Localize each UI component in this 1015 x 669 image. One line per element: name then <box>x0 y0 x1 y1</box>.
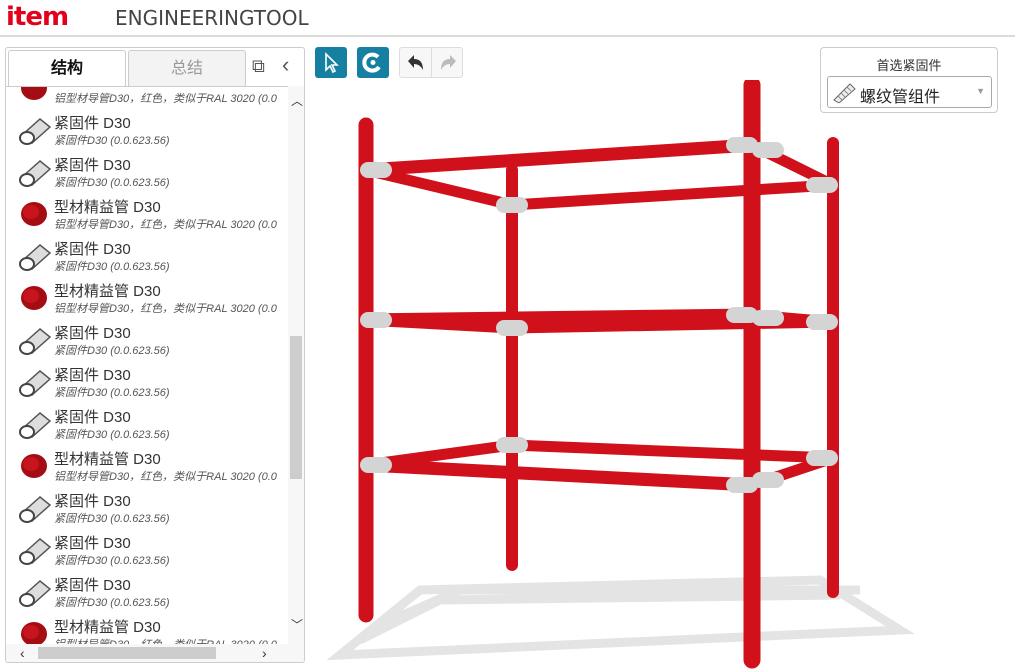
scroll-left-icon[interactable]: ‹ <box>20 645 25 661</box>
item-title: 紧固件 D30 <box>54 157 131 174</box>
item-subtitle: 紧固件D30 (0.0.623.56) <box>54 429 170 441</box>
popout-icon[interactable]: ⧉ <box>252 56 265 77</box>
item-subtitle: 紧固件D30 (0.0.623.56) <box>54 387 170 399</box>
item-subtitle: 紧固件D30 (0.0.623.56) <box>54 513 170 525</box>
preferred-fastener-label: 首选紧固件 <box>876 58 942 73</box>
select-tool-button[interactable] <box>315 47 347 78</box>
item-title: 型材精益管 D30 <box>54 451 161 468</box>
red-tube-icon <box>21 286 47 310</box>
item-subtitle: 紧固件D30 (0.0.623.56) <box>54 345 170 357</box>
vertical-scroll-thumb[interactable] <box>290 336 302 479</box>
fastener-icon <box>19 496 52 523</box>
list-item[interactable]: 紧固件 D30 紧固件D30 (0.0.623.56) <box>6 571 288 613</box>
horizontal-tube <box>506 179 839 211</box>
item-subtitle: 紧固件D30 (0.0.623.56) <box>54 261 170 273</box>
red-tube-icon <box>21 202 47 226</box>
item-subtitle: 铝型材导管D30，红色，类似于RAL 3020 (0.0 <box>54 303 277 315</box>
item-title: 紧固件 D30 <box>54 493 131 510</box>
red-tube-icon <box>21 622 47 644</box>
undo-redo-group <box>399 47 463 78</box>
item-logo[interactable]: item <box>6 2 69 32</box>
item-title: 型材精益管 D30 <box>54 283 161 300</box>
horizontal-scroll-thumb[interactable] <box>38 647 216 659</box>
item-title: 紧固件 D30 <box>54 325 131 342</box>
list-item[interactable]: 型材精益管 D30 铝型材导管D30，红色，类似于RAL 3020 (0.0 <box>6 445 288 487</box>
fastener-icon <box>19 370 52 397</box>
list-item[interactable]: 型材精益管 D30铝型材导管D30，红色，类似于RAL 3020 (0.0 <box>6 613 288 644</box>
list-item[interactable]: 紧固件 D30 紧固件D30 (0.0.623.56) <box>6 529 288 571</box>
item-subtitle: 紧固件D30 (0.0.623.56) <box>54 135 170 147</box>
list-item[interactable]: 型材精益管 D30 铝型材导管D30，红色，类似于RAL 3020 (0.0 <box>6 193 288 235</box>
cursor-arrow-icon <box>325 52 339 74</box>
scroll-right-icon[interactable]: › <box>262 645 267 661</box>
list-item[interactable]: 紧固件 D30 紧固件D30 (0.0.623.56) <box>6 235 288 277</box>
collapse-chevron-left-icon[interactable]: ‹ <box>282 52 289 78</box>
horizontal-tube <box>506 439 839 464</box>
rotate-icon <box>362 52 381 73</box>
item-subtitle: 紧固件D30 (0.0.623.56) <box>54 597 170 609</box>
list-item[interactable]: 紧固件 D30 紧固件D30 (0.0.623.56) <box>6 151 288 193</box>
rotate-view-button[interactable] <box>357 47 389 78</box>
app-title: ENGINEERINGTOOL <box>115 6 309 30</box>
structure-panel: 结构 总结 ⧉ ‹ 铝型材导管D30，红色，类似于RAL 3020 (0.0 紧… <box>5 47 305 663</box>
item-title: 紧固件 D30 <box>54 115 131 132</box>
vertical-scrollbar[interactable]: ︿ ﹀ <box>288 86 304 644</box>
fastener-icon <box>19 118 52 145</box>
undo-icon[interactable] <box>400 48 432 78</box>
item-subtitle: 紧固件D30 (0.0.623.56) <box>54 177 170 189</box>
item-subtitle: 铝型材导管D30，红色，类似于RAL 3020 (0.0 <box>54 219 277 231</box>
app-header: item ENGINEERINGTOOL <box>0 0 1015 37</box>
fastener-icon <box>19 160 52 187</box>
parts-list: 铝型材导管D30，红色，类似于RAL 3020 (0.0 紧固件 D30 紧固件D… <box>6 86 288 644</box>
item-subtitle: 铝型材导管D30，红色，类似于RAL 3020 (0.0 <box>54 471 277 483</box>
list-item[interactable]: 铝型材导管D30，红色，类似于RAL 3020 (0.0 <box>6 87 288 109</box>
horizontal-tube <box>359 138 759 177</box>
list-item[interactable]: 紧固件 D30 紧固件D30 (0.0.623.56) <box>6 361 288 403</box>
list-item[interactable]: 紧固件 D30 紧固件D30 (0.0.623.56) <box>6 487 288 529</box>
item-subtitle: 铝型材导管D30，红色，类似于RAL 3020 (0.0 <box>54 636 288 644</box>
tab-summary[interactable]: 总结 <box>128 50 246 86</box>
item-subtitle: 紧固件D30 (0.0.623.56) <box>54 555 170 567</box>
item-title: 紧固件 D30 <box>54 535 131 552</box>
scroll-down-icon[interactable]: ﹀ <box>291 616 303 633</box>
item-title: 型材精益管 D30 <box>54 199 161 216</box>
list-item[interactable]: 型材精益管 D30 铝型材导管D30，红色，类似于RAL 3020 (0.0 <box>6 277 288 319</box>
item-title: 紧固件 D30 <box>54 409 131 426</box>
list-item[interactable]: 紧固件 D30 紧固件D30 (0.0.623.56) <box>6 403 288 445</box>
horizontal-tube <box>359 308 759 327</box>
item-title: 型材精益管 D30 <box>54 619 161 636</box>
horizontal-tube <box>359 458 759 492</box>
item-title: 紧固件 D30 <box>54 241 131 258</box>
horizontal-scrollbar[interactable]: ‹ › <box>6 644 304 662</box>
fastener-icon <box>19 538 52 565</box>
fastener-icon <box>19 328 52 355</box>
fastener-icon <box>19 244 52 271</box>
list-item[interactable]: 紧固件 D30 紧固件D30 (0.0.623.56) <box>6 319 288 361</box>
red-tube-icon <box>21 87 47 100</box>
tab-structure[interactable]: 结构 <box>8 50 126 86</box>
item-title: 紧固件 D30 <box>54 367 131 384</box>
red-tube-icon <box>21 454 47 478</box>
item-title: 紧固件 D30 <box>54 577 131 594</box>
fastener-icon <box>19 412 52 439</box>
scroll-up-icon[interactable]: ︿ <box>291 92 303 109</box>
fastener-icon <box>19 580 52 607</box>
item-subtitle: 铝型材导管D30，红色，类似于RAL 3020 (0.0 <box>54 93 277 105</box>
3d-viewport[interactable] <box>310 80 1010 669</box>
list-item[interactable]: 紧固件 D30 紧固件D30 (0.0.623.56) <box>6 109 288 151</box>
redo-icon[interactable] <box>432 48 464 78</box>
